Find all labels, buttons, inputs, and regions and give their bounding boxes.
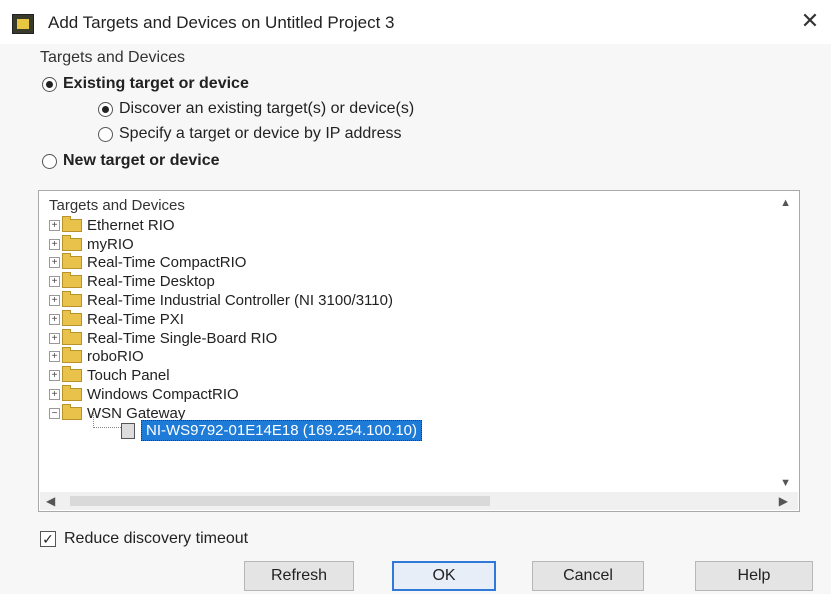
scroll-left-icon[interactable]: ◀ bbox=[46, 494, 55, 508]
group-label: Targets and Devices bbox=[40, 49, 185, 66]
reduce-timeout-row[interactable]: ✓ Reduce discovery timeout bbox=[40, 530, 248, 548]
folder-icon bbox=[62, 234, 82, 251]
plus-expander-icon[interactable]: + bbox=[49, 257, 60, 269]
tree-item-label: roboRIO bbox=[87, 348, 144, 366]
horizontal-scrollbar[interactable]: ◀ ▶ bbox=[40, 492, 798, 510]
folder-icon bbox=[62, 272, 82, 289]
plus-expander-icon[interactable]: + bbox=[49, 313, 60, 325]
radio-specify-ip-label: Specify a target or device by IP address bbox=[119, 125, 402, 142]
title-bar: Add Targets and Devices on Untitled Proj… bbox=[0, 0, 831, 44]
plus-expander-icon[interactable]: + bbox=[49, 219, 60, 231]
ok-button[interactable]: OK bbox=[392, 561, 496, 591]
scroll-up-icon[interactable]: ▲ bbox=[780, 197, 791, 209]
tree-item[interactable]: + Real-Time Single-Board RIO bbox=[49, 328, 393, 348]
window-title: Add Targets and Devices on Untitled Proj… bbox=[48, 13, 395, 32]
minus-expander-icon[interactable]: − bbox=[49, 407, 60, 419]
tree-item-label: myRIO bbox=[87, 235, 134, 253]
scroll-right-icon[interactable]: ▶ bbox=[779, 494, 788, 508]
plus-expander-icon[interactable]: + bbox=[49, 295, 60, 307]
folder-icon bbox=[62, 328, 82, 345]
tree-item-label: Windows CompactRIO bbox=[87, 386, 239, 404]
tree-item[interactable]: + roboRIO bbox=[49, 347, 393, 367]
radio-new[interactable] bbox=[42, 153, 57, 169]
tree-item[interactable]: + Touch Panel bbox=[49, 366, 393, 385]
cancel-button[interactable]: Cancel bbox=[532, 561, 644, 591]
tree-item-label: Real-Time Single-Board RIO bbox=[87, 329, 278, 347]
folder-icon bbox=[62, 309, 82, 326]
folder-icon bbox=[62, 403, 82, 420]
tree-item[interactable]: + Real-Time Industrial Controller (NI 310… bbox=[49, 291, 393, 310]
tree-item-label: Real-Time CompactRIO bbox=[87, 254, 247, 272]
folder-icon bbox=[62, 347, 82, 364]
tree-item[interactable]: + myRIO bbox=[49, 234, 393, 254]
plus-expander-icon[interactable]: + bbox=[49, 351, 60, 363]
tree-header: Targets and Devices bbox=[49, 197, 185, 214]
radio-discover-label: Discover an existing target(s) or device… bbox=[119, 100, 415, 117]
tree-item-label: Ethernet RIO bbox=[87, 216, 175, 234]
tree-item-label: Real-Time PXI bbox=[87, 310, 184, 328]
close-icon[interactable]: ✕ bbox=[799, 10, 821, 32]
radio-specify-ip[interactable] bbox=[98, 126, 113, 142]
radio-specify-ip-row[interactable]: Specify a target or device by IP address bbox=[98, 125, 402, 143]
tree-item[interactable]: + Ethernet RIO bbox=[49, 215, 393, 235]
radio-existing-row[interactable]: Existing target or device bbox=[42, 75, 249, 93]
targets-tree[interactable]: Targets and Devices ▲ + Ethernet RIO + myR… bbox=[38, 190, 800, 512]
tree-item[interactable]: + Windows CompactRIO bbox=[49, 385, 393, 404]
plus-expander-icon[interactable]: + bbox=[49, 389, 60, 401]
folder-icon bbox=[62, 366, 82, 383]
device-icon bbox=[121, 422, 135, 439]
tree-child-item[interactable]: NI-WS9792-01E14E18 (169.254.100.10) bbox=[121, 420, 423, 441]
help-button[interactable]: Help bbox=[695, 561, 813, 591]
plus-expander-icon[interactable]: + bbox=[49, 238, 60, 250]
radio-discover[interactable] bbox=[98, 101, 113, 117]
refresh-button[interactable]: Refresh bbox=[244, 561, 354, 591]
labview-icon bbox=[12, 14, 34, 34]
reduce-timeout-label: Reduce discovery timeout bbox=[64, 530, 249, 547]
tree-connector-line bbox=[93, 410, 123, 428]
radio-existing-label: Existing target or device bbox=[63, 75, 249, 92]
tree-list: + Ethernet RIO + myRIO + Real-Time CompactR… bbox=[49, 215, 393, 423]
folder-icon bbox=[62, 385, 82, 402]
radio-discover-row[interactable]: Discover an existing target(s) or device… bbox=[98, 100, 414, 118]
reduce-timeout-checkbox[interactable]: ✓ bbox=[40, 531, 56, 547]
tree-item[interactable]: + Real-Time CompactRIO bbox=[49, 253, 393, 273]
radio-existing[interactable] bbox=[42, 76, 57, 92]
tree-item-label: Real-Time Industrial Controller (NI 3100… bbox=[87, 292, 393, 310]
folder-icon bbox=[62, 291, 82, 308]
folder-icon bbox=[62, 215, 82, 232]
add-targets-dialog: Add Targets and Devices on Untitled Proj… bbox=[0, 0, 831, 594]
radio-new-row[interactable]: New target or device bbox=[42, 152, 220, 170]
scrollbar-thumb[interactable] bbox=[70, 496, 490, 506]
tree-item[interactable]: + Real-Time PXI bbox=[49, 309, 393, 329]
tree-item-label: Real-Time Desktop bbox=[87, 273, 215, 291]
tree-item[interactable]: + Real-Time Desktop bbox=[49, 272, 393, 291]
folder-icon bbox=[62, 253, 82, 270]
plus-expander-icon[interactable]: + bbox=[49, 370, 60, 382]
tree-item-label: Touch Panel bbox=[87, 367, 170, 385]
plus-expander-icon[interactable]: + bbox=[49, 332, 60, 344]
radio-new-label: New target or device bbox=[63, 152, 220, 169]
plus-expander-icon[interactable]: + bbox=[49, 276, 60, 288]
scroll-down-icon[interactable]: ▼ bbox=[780, 477, 791, 489]
selected-device-label[interactable]: NI-WS9792-01E14E18 (169.254.100.10) bbox=[141, 420, 423, 441]
